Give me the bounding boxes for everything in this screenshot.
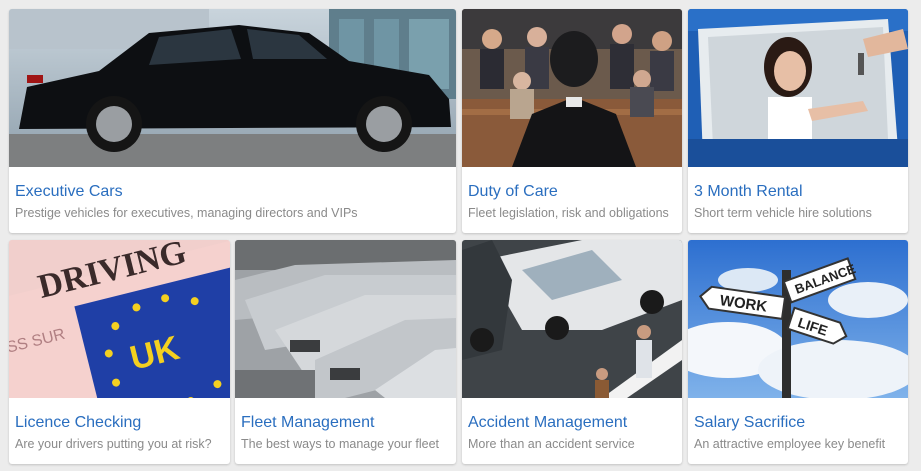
service-tile-fleet-management[interactable]: Fleet Management The best ways to manage… (235, 240, 456, 464)
tile-description: An attractive employee key benefit (694, 437, 886, 451)
tile-title[interactable]: Licence Checking (15, 414, 141, 432)
tile-description: More than an accident service (468, 437, 635, 451)
car-collision-image (462, 240, 682, 398)
service-tile-3-month-rental[interactable]: 3 Month Rental Short term vehicle hire s… (688, 9, 908, 233)
service-tile-executive-cars[interactable]: Executive Cars Prestige vehicles for exe… (9, 9, 456, 233)
tile-title[interactable]: Duty of Care (468, 183, 558, 201)
service-tile-accident-management[interactable]: Accident Management More than an acciden… (462, 240, 682, 464)
work-life-balance-signpost-image: BALANCE WORK LIFE (688, 240, 908, 398)
fleet-cars-image (235, 240, 456, 398)
service-tile-duty-of-care[interactable]: Duty of Care Fleet legislation, risk and… (462, 9, 682, 233)
service-tile-licence-checking[interactable]: DRIVING ISS SUR UK Licence Checking Are … (9, 240, 230, 464)
tile-description: The best ways to manage your fleet (241, 437, 440, 451)
tile-title[interactable]: 3 Month Rental (694, 183, 803, 201)
tile-description: Are your drivers putting you at risk? (15, 437, 212, 451)
courtroom-image (462, 9, 682, 167)
tile-title[interactable]: Salary Sacrifice (694, 414, 805, 432)
tile-description: Short term vehicle hire solutions (694, 206, 872, 220)
car-keys-handover-image (688, 9, 908, 167)
tile-title[interactable]: Executive Cars (15, 183, 123, 201)
tile-title[interactable]: Accident Management (468, 414, 627, 432)
driving-licence-image: DRIVING ISS SUR UK (9, 240, 230, 398)
tile-description: Prestige vehicles for executives, managi… (15, 206, 358, 220)
service-tile-salary-sacrifice[interactable]: BALANCE WORK LIFE Salary Sacrifice An at… (688, 240, 908, 464)
tile-description: Fleet legislation, risk and obligations (468, 206, 669, 220)
tile-title[interactable]: Fleet Management (241, 414, 374, 432)
executive-car-image (9, 9, 456, 167)
